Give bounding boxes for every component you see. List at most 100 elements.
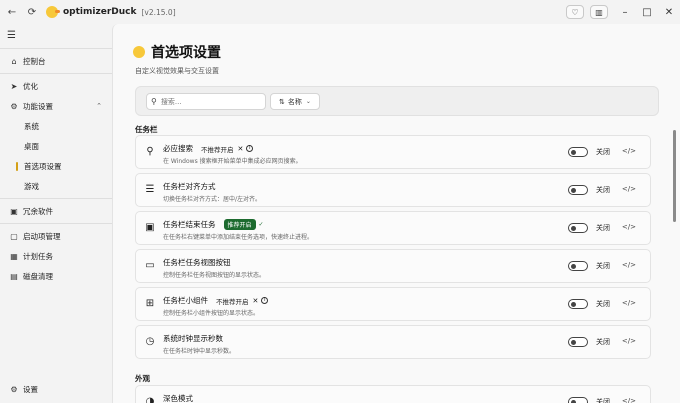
sidebar-item-startup[interactable]: ▢ 启动项管理 — [0, 226, 112, 246]
sort-icon: ⇅ — [279, 97, 285, 106]
sidebar-subitem-preferences[interactable]: 首选项设置 — [0, 156, 112, 176]
search-icon: ⚲ — [151, 97, 157, 106]
setting-card-dark-mode: ◑ 深色模式 关闭 </> — [135, 385, 651, 403]
toggle-label: 关闭 — [596, 300, 610, 308]
sidebar-item-label: 磁盘清理 — [23, 271, 53, 281]
sidebar-item-settings[interactable]: ⚙ 设置 — [0, 379, 112, 399]
close-icon: ✕ — [237, 144, 244, 153]
code-icon[interactable]: </> — [622, 223, 636, 231]
theme-button[interactable]: ▥ — [590, 5, 608, 19]
page-title: 首选项设置 — [151, 45, 221, 61]
duck-icon — [133, 46, 145, 58]
sidebar-item-label: 系统 — [24, 121, 39, 131]
sidebar-item-features[interactable]: ⚙ 功能设置 ⌃ — [0, 96, 112, 116]
toggle-switch[interactable] — [568, 299, 588, 309]
card-title: 任务栏任务视图按钮 — [163, 258, 231, 267]
close-button[interactable]: ✕ — [658, 7, 680, 18]
maximize-button[interactable]: □ — [636, 7, 658, 18]
card-title: 任务栏结束任务 — [163, 220, 216, 229]
toggle-switch[interactable] — [568, 397, 588, 403]
code-icon[interactable]: </> — [622, 185, 636, 193]
card-description: 在 Windows 搜索框开始菜单中集成必应网页搜索。 — [163, 158, 302, 165]
code-icon[interactable]: </> — [622, 397, 636, 403]
align-icon: ☰ — [145, 184, 155, 195]
card-title: 必应搜索 — [163, 144, 193, 153]
vertical-scrollbar[interactable] — [673, 130, 676, 222]
page-subtitle: 自定义视觉效果与交互设置 — [135, 67, 219, 75]
sidebar-item-bloatware[interactable]: ▣ 冗余软件 — [0, 201, 112, 221]
sidebar-item-label: 计划任务 — [23, 251, 53, 261]
clock-icon: ◷ — [145, 336, 155, 347]
code-icon[interactable]: </> — [622, 147, 636, 155]
search-input[interactable] — [160, 97, 257, 106]
card-description: 控制任务栏小组件按钮的显示状态。 — [163, 310, 260, 317]
code-icon[interactable]: </> — [622, 299, 636, 307]
setting-card-end-task: ▣ 任务栏结束任务 推荐开启 ✓ 在任务栏右键菜单中添加结束任务选项，快速终止进… — [135, 211, 651, 245]
setting-card-bing-search: ⚲ 必应搜索 不推荐开启 ✕ i 在 Windows 搜索框开始菜单中集成必应网… — [135, 135, 651, 169]
grid-icon: ⊞ — [145, 298, 155, 309]
setting-card-task-view-button: ▭ 任务栏任务视图按钮 控制任务栏任务视图按钮的显示状态。 关闭 </> — [135, 249, 651, 283]
gear-icon: ⚙ — [10, 101, 18, 111]
code-icon[interactable]: </> — [622, 261, 636, 269]
heart-icon: ♡ — [571, 7, 579, 17]
search-icon: ⚲ — [146, 146, 154, 157]
toggle-label: 关闭 — [596, 224, 610, 232]
rocket-icon: ➤ — [10, 81, 18, 91]
sort-dropdown[interactable]: ⇅ 名称 ⌄ — [270, 93, 320, 110]
sidebar-item-scheduled-tasks[interactable]: ▦ 计划任务 — [0, 246, 112, 266]
back-arrow-icon[interactable]: ← — [4, 4, 20, 20]
sidebar-item-label: 功能设置 — [23, 101, 53, 111]
toggle-switch[interactable] — [568, 185, 588, 195]
gear-icon: ⚙ — [10, 384, 18, 394]
card-title: 任务栏对齐方式 — [163, 182, 216, 191]
favorite-button[interactable]: ♡ — [566, 5, 584, 19]
sidebar-item-label: 游戏 — [24, 181, 39, 191]
card-title: 任务栏小组件 — [163, 296, 208, 305]
not-recommended-badge: 不推荐开启 — [201, 145, 234, 154]
card-title-row: 任务栏对齐方式 — [163, 181, 216, 192]
toggle-label: 关闭 — [596, 262, 610, 270]
minimize-button[interactable]: – — [614, 7, 636, 18]
chevron-up-icon[interactable]: ⌃ — [96, 102, 102, 110]
card-title-row: 系统时钟显示秒数 — [163, 333, 223, 344]
sidebar-item-dashboard[interactable]: ⌂ 控制台 — [0, 51, 112, 71]
card-description: 控制任务栏任务视图按钮的显示状态。 — [163, 272, 266, 279]
sidebar-subitem-desktop[interactable]: 桌面 — [0, 136, 112, 156]
page-header: 首选项设置 — [133, 42, 221, 62]
info-icon[interactable]: i — [261, 297, 269, 304]
sidebar-subitem-system[interactable]: 系统 — [0, 116, 112, 136]
sidebar-item-optimize[interactable]: ➤ 优化 — [0, 76, 112, 96]
close-icon: ✕ — [252, 296, 259, 305]
card-title: 深色模式 — [163, 394, 193, 403]
card-title: 系统时钟显示秒数 — [163, 334, 223, 343]
card-title-row: 任务栏结束任务 推荐开启 ✓ — [163, 219, 264, 230]
sidebar-subitem-games[interactable]: 游戏 — [0, 176, 112, 196]
sidebar-item-label: 控制台 — [23, 56, 46, 66]
toggle-switch[interactable] — [568, 337, 588, 347]
card-description: 在任务栏右键菜单中添加结束任务选项，快速终止进程。 — [163, 234, 314, 241]
main-content: 首选项设置 自定义视觉效果与交互设置 ⚲ ⇅ 名称 ⌄ 任务栏 ⚲ 必应搜索 不… — [112, 24, 680, 403]
sidebar-item-disk-cleanup[interactable]: ▤ 磁盘清理 — [0, 266, 112, 286]
toggle-label: 关闭 — [596, 148, 610, 156]
toggle-switch[interactable] — [568, 223, 588, 233]
refresh-icon[interactable]: ⟳ — [24, 4, 40, 20]
setting-card-clock-seconds: ◷ 系统时钟显示秒数 在任务栏时钟中显示秒数。 关闭 </> — [135, 325, 651, 359]
window-icon: ▣ — [145, 222, 155, 233]
startup-icon: ▢ — [10, 231, 18, 241]
hamburger-menu-icon[interactable]: ☰ — [7, 30, 16, 41]
code-icon[interactable]: </> — [622, 337, 636, 345]
info-icon[interactable]: i — [246, 145, 254, 152]
card-title-row: 深色模式 — [163, 393, 193, 403]
monitor-icon: ▭ — [145, 260, 155, 271]
nav-divider — [0, 73, 112, 74]
toggle-switch[interactable] — [568, 261, 588, 271]
app-name: optimizerDuck — [63, 7, 137, 17]
search-box[interactable]: ⚲ — [146, 93, 266, 110]
setting-card-taskbar-alignment: ☰ 任务栏对齐方式 切换任务栏对齐方式：居中/左对齐。 关闭 </> — [135, 173, 651, 207]
chevron-down-icon: ⌄ — [305, 98, 311, 105]
toggle-label: 关闭 — [596, 338, 610, 346]
not-recommended-badge: 不推荐开启 — [216, 297, 249, 306]
toggle-label: 关闭 — [596, 398, 610, 403]
toggle-switch[interactable] — [568, 147, 588, 157]
calendar-icon: ▦ — [10, 251, 18, 261]
